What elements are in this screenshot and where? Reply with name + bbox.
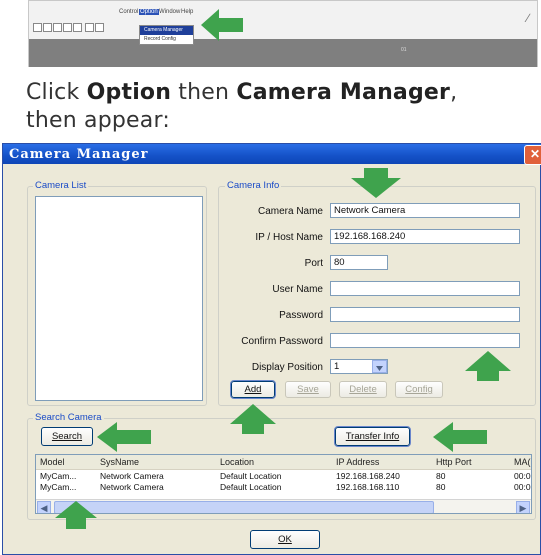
toolbar-button[interactable] [85, 23, 94, 32]
column-header[interactable]: IP Address [336, 457, 379, 467]
column-header[interactable]: SysName [100, 457, 139, 467]
display-position-value: 1 [334, 361, 340, 372]
confirm-password-field[interactable] [330, 333, 520, 348]
camera-list[interactable] [35, 196, 203, 401]
camera-info-label: Camera Info [225, 180, 282, 191]
curve-mark: ∕ [526, 11, 529, 25]
dropdown-item-record-config[interactable]: Record Config [140, 35, 193, 44]
save-button[interactable]: Save [285, 381, 331, 398]
table-cell[interactable]: 80 [436, 482, 445, 492]
instruction-line-2: then appear: [26, 108, 170, 133]
user-name-label: User Name [272, 284, 323, 295]
ip-host-field[interactable]: 192.168.168.240 [330, 229, 520, 244]
toolbar-button[interactable] [33, 23, 42, 32]
arrow-up-icon [55, 501, 97, 529]
menu-control[interactable]: Control [119, 9, 138, 15]
camera-manager-dialog: Camera Manager ✕ Camera List Camera Info… [2, 143, 541, 555]
port-label: Port [304, 258, 323, 269]
search-results-table[interactable]: Model SysName Location IP Address Http P… [35, 454, 532, 514]
arrow-left-icon [433, 422, 487, 452]
menu-window[interactable]: Window [159, 9, 180, 15]
port-field[interactable]: 80 [330, 255, 388, 270]
arrow-up-icon [465, 351, 511, 381]
app-menubar: Control Option Window Help [29, 9, 537, 23]
table-cell[interactable]: MyCam... [40, 471, 76, 481]
column-header[interactable]: Model [40, 457, 65, 467]
password-field[interactable] [330, 307, 520, 322]
arrow-down-icon [351, 168, 401, 198]
horizontal-scrollbar[interactable]: ◀ ▶ [36, 499, 531, 513]
arrow-up-icon [230, 404, 276, 434]
table-cell[interactable]: 00:0 [514, 482, 531, 492]
table-cell[interactable]: Network Camera [100, 482, 164, 492]
toolbar-button[interactable] [63, 23, 72, 32]
chevron-down-icon[interactable] [372, 360, 387, 373]
delete-button[interactable]: Delete [339, 381, 387, 398]
toolbar-button[interactable] [95, 23, 104, 32]
camera-list-label: Camera List [33, 180, 89, 191]
table-cell[interactable]: 192.168.168.240 [336, 471, 400, 481]
table-cell[interactable]: 00:0 [514, 471, 531, 481]
column-header[interactable]: Location [220, 457, 254, 467]
table-cell[interactable]: MyCam... [40, 482, 76, 492]
pointer-arrow-icon [201, 9, 243, 41]
arrow-left-icon [97, 422, 151, 452]
app-screenshot: Control Option Window Help 01 Camera Man… [28, 0, 538, 67]
menu-help[interactable]: Help [181, 9, 193, 15]
column-header[interactable]: Http Port [436, 457, 472, 467]
status-number: 01 [401, 47, 407, 53]
instruction-camera-manager: Camera Manager [236, 80, 451, 105]
camera-name-label: Camera Name [257, 206, 323, 217]
option-dropdown: Camera Manager Record Config [139, 25, 194, 45]
table-cell[interactable]: Default Location [220, 471, 281, 481]
ok-button[interactable]: OK [250, 530, 320, 549]
scroll-thumb[interactable] [54, 501, 434, 513]
camera-name-field[interactable]: Network Camera [330, 203, 520, 218]
add-button[interactable]: Add [230, 380, 276, 399]
scroll-left-icon[interactable]: ◀ [37, 501, 51, 513]
display-position-label: Display Position [251, 362, 323, 373]
table-cell[interactable]: 80 [436, 471, 445, 481]
dialog-title: Camera Manager [9, 147, 149, 162]
password-label: Password [279, 310, 323, 321]
search-button[interactable]: Search [41, 427, 93, 446]
dropdown-item-camera-manager[interactable]: Camera Manager [140, 26, 193, 35]
user-name-field[interactable] [330, 281, 520, 296]
menu-option[interactable]: Option [139, 9, 159, 15]
scroll-right-icon[interactable]: ▶ [516, 501, 530, 513]
table-cell[interactable]: Network Camera [100, 471, 164, 481]
transfer-info-button[interactable]: Transfer Info [334, 426, 411, 447]
column-header[interactable]: MA( [514, 457, 531, 467]
search-camera-label: Search Camera [33, 412, 104, 423]
table-cell[interactable]: Default Location [220, 482, 281, 492]
instruction-option: Option [86, 80, 172, 105]
table-cell[interactable]: 192.168.168.110 [336, 482, 399, 492]
config-button[interactable]: Config [395, 381, 443, 398]
toolbar-button[interactable] [73, 23, 82, 32]
toolbar-button[interactable] [53, 23, 62, 32]
instruction-line-1: Click Option then Camera Manager, [26, 80, 458, 105]
app-canvas: 01 [29, 39, 537, 67]
dialog-titlebar: Camera Manager ✕ [3, 144, 541, 165]
close-icon[interactable]: ✕ [524, 145, 541, 165]
confirm-password-label: Confirm Password [241, 336, 323, 347]
ip-host-label: IP / Host Name [255, 232, 323, 243]
toolbar-button[interactable] [43, 23, 52, 32]
